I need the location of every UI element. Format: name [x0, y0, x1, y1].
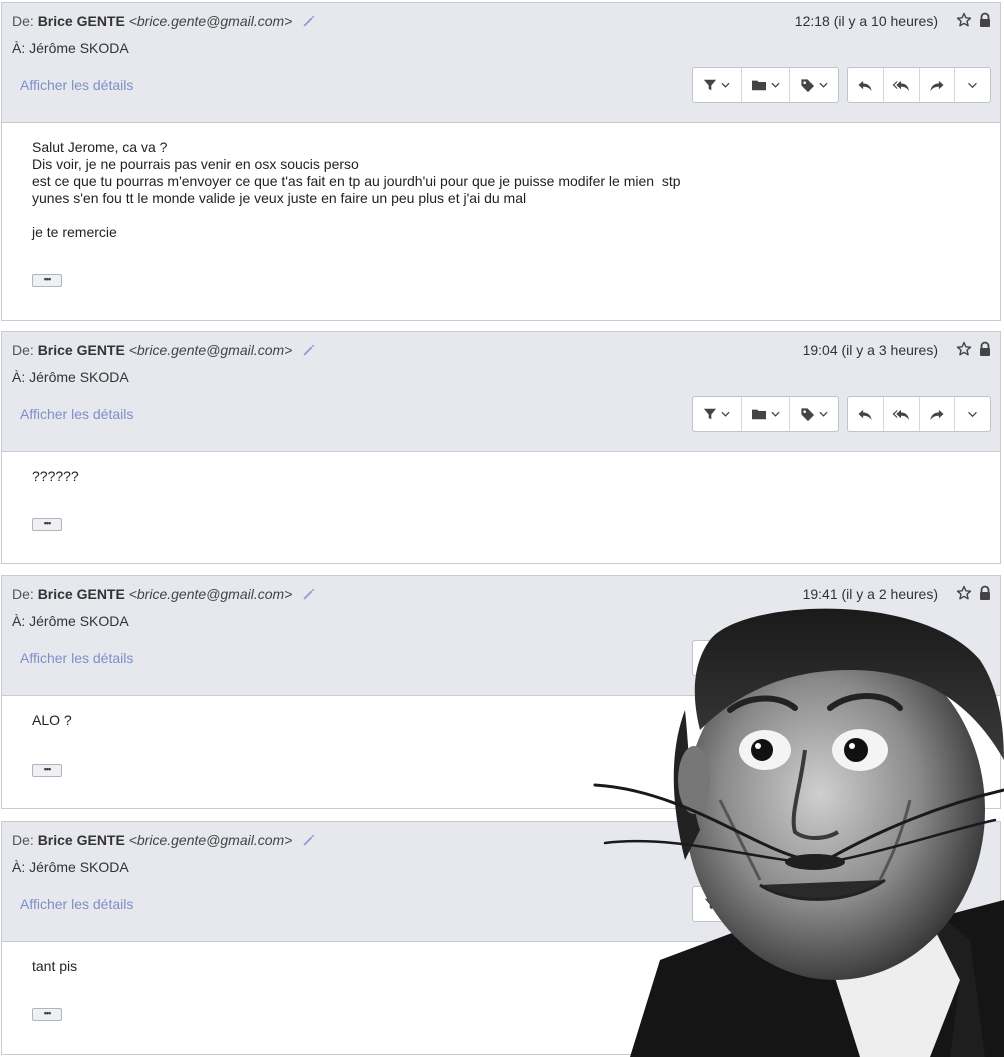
recipient-line: À: Jérôme SKODA [12, 613, 129, 629]
forward-button[interactable] [918, 68, 955, 102]
reply-toolbar [847, 67, 991, 103]
label-button[interactable] [789, 68, 838, 102]
reply-all-icon [891, 78, 911, 93]
filter-icon [703, 407, 717, 421]
body-line: je te remercie [32, 224, 117, 240]
reply-all-icon [891, 407, 911, 422]
pencil-icon[interactable] [302, 587, 316, 601]
caret-down-icon [771, 82, 780, 88]
show-details-link[interactable]: Afficher les détails [20, 896, 133, 912]
lock-icon [978, 12, 992, 28]
from-prefix: De: [12, 342, 34, 358]
filter-button[interactable] [693, 397, 741, 431]
move-button[interactable] [740, 68, 790, 102]
sender-email[interactable]: <brice.gente@gmail.com> [129, 13, 293, 29]
filter-button[interactable] [693, 68, 741, 102]
reply-toolbar [847, 396, 991, 432]
show-details-link[interactable]: Afficher les détails [20, 406, 133, 422]
pencil-icon[interactable] [302, 833, 316, 847]
from-prefix: De: [12, 13, 34, 29]
star-icon[interactable] [956, 341, 972, 357]
reply-button[interactable] [848, 397, 883, 431]
tag-icon [800, 407, 815, 422]
sender-name[interactable]: Brice GENTE [38, 342, 125, 358]
chevron-down-icon [967, 411, 978, 418]
message-time: 12:18 (il y a 10 heures) [794, 13, 938, 29]
lock-icon [978, 585, 992, 601]
organize-toolbar [692, 67, 839, 103]
caret-down-icon [819, 82, 828, 88]
show-quoted-button[interactable]: ••• [32, 274, 62, 287]
sender-line: De: Brice GENTE <brice.gente@gmail.com> [12, 832, 316, 848]
body-line: yunes s'en fou tt le monde valide je veu… [32, 190, 527, 206]
caret-down-icon [721, 82, 730, 88]
pencil-icon[interactable] [302, 343, 316, 357]
recipient-line: À: Jérôme SKODA [12, 369, 129, 385]
from-prefix: De: [12, 832, 34, 848]
tag-icon [800, 78, 815, 93]
show-quoted-button[interactable]: ••• [32, 1008, 62, 1021]
sender-line: De: Brice GENTE <brice.gente@gmail.com> [12, 586, 316, 602]
reply-all-button[interactable] [882, 68, 919, 102]
sender-email[interactable]: <brice.gente@gmail.com> [129, 832, 293, 848]
sender-email[interactable]: <brice.gente@gmail.com> [129, 586, 293, 602]
recipient-line: À: Jérôme SKODA [12, 40, 129, 56]
message-time: 19:04 (il y a 3 heures) [802, 342, 938, 358]
caret-down-icon [721, 411, 730, 417]
move-button[interactable] [740, 397, 790, 431]
message-card: De: Brice GENTE <brice.gente@gmail.com> … [1, 331, 1001, 564]
message-header: De: Brice GENTE <brice.gente@gmail.com> … [2, 3, 1000, 123]
show-details-link[interactable]: Afficher les détails [20, 77, 133, 93]
message-body: Salut Jerome, ca va ? Dis voir, je ne po… [2, 123, 1000, 241]
caret-down-icon [819, 411, 828, 417]
reply-button[interactable] [848, 68, 883, 102]
body-line: Salut Jerome, ca va ? [32, 139, 168, 155]
body-line: Dis voir, je ne pourrais pas venir en os… [32, 156, 359, 172]
reply-all-button[interactable] [882, 397, 919, 431]
reply-icon [856, 407, 874, 422]
forward-icon [928, 407, 946, 422]
folder-icon [751, 78, 767, 92]
sender-name[interactable]: Brice GENTE [38, 832, 125, 848]
organize-toolbar [692, 396, 839, 432]
message-card: De: Brice GENTE <brice.gente@gmail.com> … [1, 2, 1001, 321]
sender-name[interactable]: Brice GENTE [38, 586, 125, 602]
sender-line: De: Brice GENTE <brice.gente@gmail.com> [12, 342, 316, 358]
label-button[interactable] [789, 397, 838, 431]
lock-icon [978, 341, 992, 357]
recipient-line: À: Jérôme SKODA [12, 859, 129, 875]
sender-email[interactable]: <brice.gente@gmail.com> [129, 342, 293, 358]
caret-down-icon [771, 411, 780, 417]
more-actions-button[interactable] [954, 397, 990, 431]
sender-name[interactable]: Brice GENTE [38, 13, 125, 29]
folder-icon [751, 407, 767, 421]
more-actions-button[interactable] [954, 68, 990, 102]
body-line: est ce que tu pourras m'envoyer ce que t… [32, 173, 681, 189]
show-quoted-button[interactable]: ••• [32, 518, 62, 531]
filter-icon [703, 78, 717, 92]
sender-line: De: Brice GENTE <brice.gente@gmail.com> [12, 13, 316, 29]
message-body: ?????? [2, 452, 1000, 485]
pencil-icon[interactable] [302, 14, 316, 28]
reply-icon [856, 78, 874, 93]
body-line: ?????? [32, 468, 79, 484]
forward-icon [928, 78, 946, 93]
message-header: De: Brice GENTE <brice.gente@gmail.com> … [2, 332, 1000, 452]
star-icon[interactable] [956, 12, 972, 28]
from-prefix: De: [12, 586, 34, 602]
mustache-man-photo [593, 608, 1004, 1057]
show-quoted-button[interactable]: ••• [32, 764, 62, 777]
chevron-down-icon [967, 82, 978, 89]
show-details-link[interactable]: Afficher les détails [20, 650, 133, 666]
forward-button[interactable] [918, 397, 955, 431]
body-line [32, 207, 970, 224]
star-icon[interactable] [956, 585, 972, 601]
